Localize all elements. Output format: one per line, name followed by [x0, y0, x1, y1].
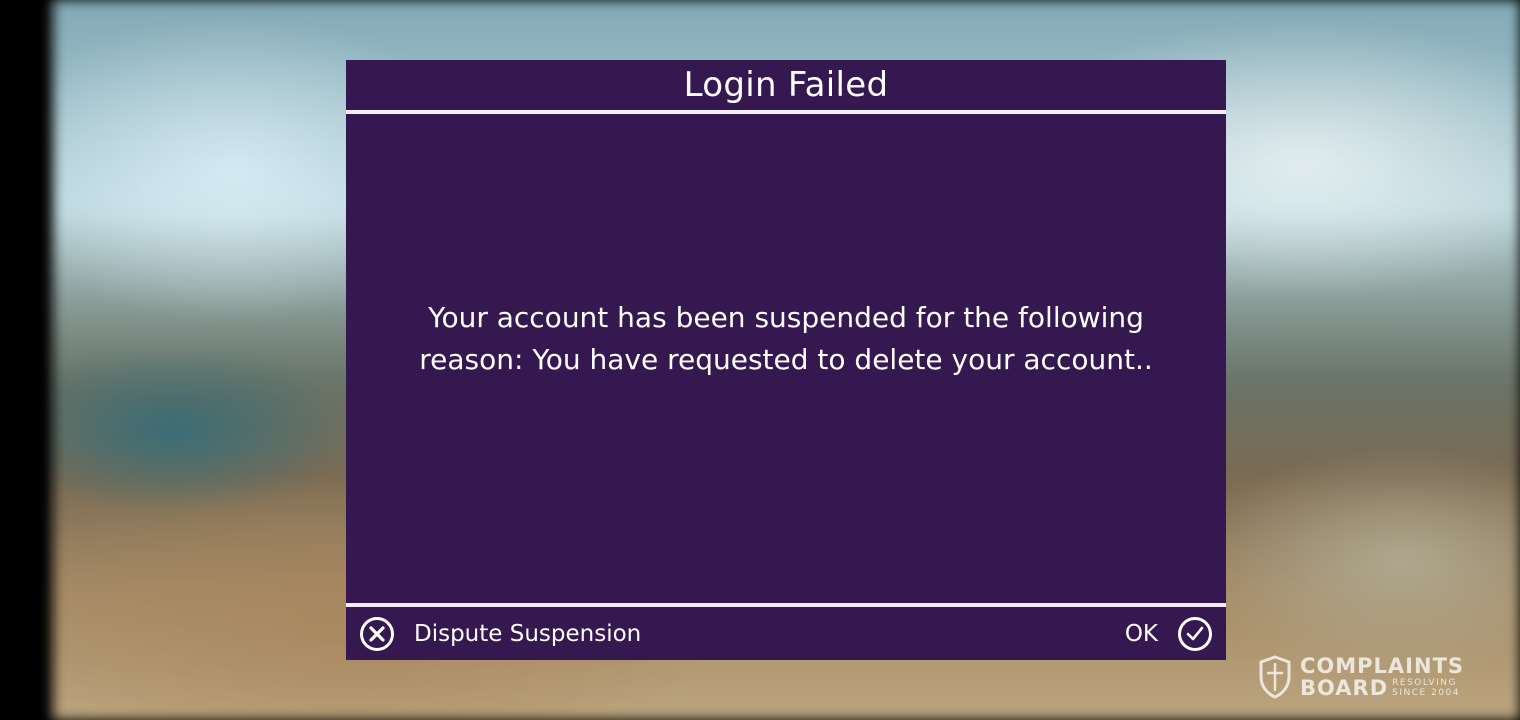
- dialog-title: Login Failed: [683, 65, 889, 105]
- dispute-suspension-label: Dispute Suspension: [414, 620, 642, 647]
- circle-check-icon: [1178, 616, 1212, 651]
- shield-icon: [1259, 655, 1291, 699]
- dialog-footer: Dispute Suspension OK: [346, 607, 1226, 660]
- left-black-bar: [0, 0, 53, 720]
- dispute-suspension-button[interactable]: Dispute Suspension: [360, 616, 642, 651]
- watermark-tag1: RESOLVING: [1392, 678, 1457, 688]
- dialog-message: Your account has been suspended for the …: [419, 300, 1153, 376]
- ok-label: OK: [1124, 620, 1158, 647]
- circle-x-icon: [360, 616, 394, 651]
- watermark-line2: BOARD: [1300, 675, 1389, 700]
- ok-button[interactable]: OK: [1124, 616, 1212, 651]
- game-screen: Login Failed Your account has been suspe…: [0, 0, 1520, 720]
- watermark-tag2: SINCE 2004: [1392, 688, 1460, 698]
- watermark-line1: COMPLAINTS: [1300, 653, 1465, 678]
- login-failed-dialog: Login Failed Your account has been suspe…: [346, 60, 1226, 660]
- complaints-board-watermark: COMPLAINTS BOARD RESOLVING SINCE 2004: [1258, 655, 1464, 699]
